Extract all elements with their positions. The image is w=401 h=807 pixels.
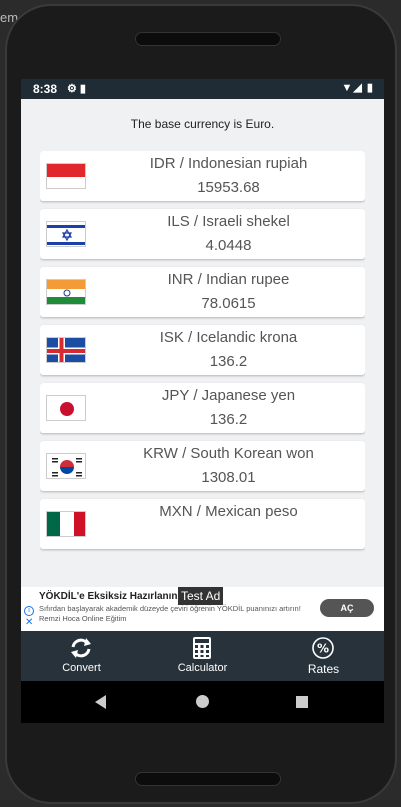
ad-info-icon[interactable]: i (24, 606, 34, 616)
bottom-speaker (135, 772, 281, 786)
flag-mexico-icon (46, 511, 86, 537)
svg-text:%: % (317, 642, 329, 656)
status-bar: 8:38 ⚙ ▮ ▼◢ ▮ (21, 79, 384, 99)
flag-iceland-icon (46, 337, 86, 363)
calculator-icon (193, 637, 211, 659)
status-time: 8:38 (33, 82, 58, 96)
sync-icon (71, 638, 91, 658)
ad-title[interactable]: YÖKDİL'e Eksiksiz Hazırlanın (39, 591, 178, 602)
home-icon[interactable] (196, 695, 209, 708)
currency-name: ILS / Israeli shekel (167, 213, 290, 230)
currency-rate: 4.0448 (205, 237, 252, 254)
recents-icon[interactable] (296, 696, 308, 708)
bottom-navigation: Convert Calculator % Rates (21, 631, 384, 681)
currency-rate: 136.2 (209, 411, 248, 428)
ad-banner[interactable]: YÖKDİL'e Eksiksiz Hazırlanın Test Ad Sıf… (21, 587, 384, 631)
top-speaker (135, 32, 281, 46)
nav-rates-label: Rates (307, 662, 340, 676)
status-system-icons: ▼◢ ▮ (341, 82, 374, 94)
flag-indonesia-icon (46, 163, 86, 189)
currency-rate: 15953.68 (197, 179, 260, 196)
nav-calculator-label: Calculator (177, 662, 228, 674)
nav-rates[interactable]: % Rates (263, 631, 384, 681)
currency-card-inr[interactable]: INR / Indian rupee 78.0615 (40, 267, 365, 317)
currency-name: INR / Indian rupee (167, 271, 290, 288)
currency-rate: 78.0615 (201, 295, 256, 312)
flag-japan-icon (46, 395, 86, 421)
base-currency-text: The base currency is Euro. (130, 117, 275, 131)
currency-name: MXN / Mexican peso (159, 503, 298, 520)
currency-name: KRW / South Korean won (143, 445, 314, 462)
currency-card-krw[interactable]: KRW / South Korean won 1308.01 (40, 441, 365, 491)
currency-card-jpy[interactable]: JPY / Japanese yen 136.2 (40, 383, 365, 433)
currency-card-idr[interactable]: IDR / Indonesian rupiah 15953.68 (40, 151, 365, 201)
currency-name: IDR / Indonesian rupiah (149, 155, 308, 172)
ad-open-button[interactable]: AÇ (320, 599, 374, 617)
currency-name: ISK / Icelandic krona (159, 329, 298, 346)
currency-card-ils[interactable]: ILS / Israeli shekel 4.0448 (40, 209, 365, 259)
currency-name: JPY / Japanese yen (161, 387, 296, 404)
percent-icon: % (312, 637, 334, 659)
currency-rate: 136.2 (209, 353, 248, 370)
nav-convert[interactable]: Convert (21, 631, 142, 681)
back-icon[interactable] (95, 695, 106, 709)
test-ad-badge: Test Ad (178, 587, 224, 605)
currency-card-isk[interactable]: ISK / Icelandic krona 136.2 (40, 325, 365, 375)
device-frame: em 8:38 ⚙ ▮ ▼◢ ▮ The base currency is Eu… (0, 0, 401, 807)
currency-card-mxn[interactable]: MXN / Mexican peso (40, 499, 365, 549)
app-screen: 8:38 ⚙ ▮ ▼◢ ▮ The base currency is Euro.… (21, 79, 384, 723)
flag-south-korea-icon (46, 453, 86, 479)
ad-description[interactable]: Sıfırdan başlayarak akademik düzeyde çev… (39, 604, 309, 624)
ad-close-icon[interactable]: ✕ (25, 617, 33, 628)
status-notification-icons: ⚙ ▮ (67, 83, 86, 95)
flag-india-icon (46, 279, 86, 305)
nav-calculator[interactable]: Calculator (142, 631, 263, 681)
currency-list[interactable]: IDR / Indonesian rupiah 15953.68 ILS / I… (40, 151, 365, 588)
system-navigation-bar (21, 681, 384, 723)
currency-rate: 1308.01 (201, 469, 256, 486)
flag-israel-icon (46, 221, 86, 247)
nav-convert-label: Convert (62, 662, 101, 674)
